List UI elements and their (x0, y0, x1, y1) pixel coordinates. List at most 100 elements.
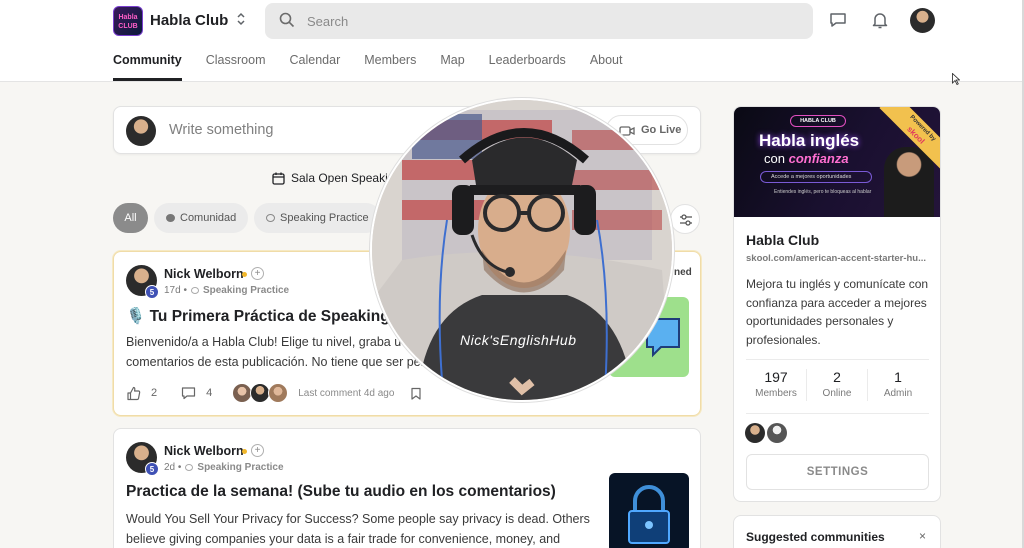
post-category-label: Speaking Practice (197, 462, 284, 473)
banner-subheadline: con confianza (764, 151, 849, 166)
chat-icon[interactable] (828, 10, 848, 30)
hoodie-text: Nick'sEnglishHub (460, 332, 577, 348)
community-logo[interactable]: Habla CLUB (113, 6, 143, 36)
event-banner[interactable]: Sala Open Speaki (272, 170, 388, 186)
chevron-up-down-icon[interactable] (234, 11, 248, 31)
webcam-overlay[interactable]: Nick'sEnglishHub (370, 98, 674, 402)
padlock-icon (628, 485, 670, 544)
search-icon (279, 12, 295, 28)
stat-value: 1 (894, 369, 902, 385)
post-meta: 17d • Speaking Practice (164, 285, 290, 296)
filter-comunidad[interactable]: Comunidad (154, 203, 249, 233)
community-name[interactable]: Habla Club (150, 12, 228, 29)
tab-leaderboards[interactable]: Leaderboards (489, 50, 566, 81)
sliders-icon (680, 214, 692, 226)
member-avatar[interactable] (745, 423, 765, 443)
filter-speaking-practice[interactable]: Speaking Practice (254, 203, 381, 233)
suggested-title: Suggested communities (746, 530, 885, 544)
post-body-line: Bienvenido/a a Habla Club! Elige tu nive… (126, 335, 402, 349)
search-input[interactable] (307, 11, 787, 31)
post-title[interactable]: Practica de la semana! (Sube tu audio en… (126, 483, 556, 501)
post-thumbnail[interactable] (609, 473, 689, 548)
stat-members[interactable]: 197 Members (746, 369, 806, 399)
post-category[interactable]: Speaking Practice (185, 462, 284, 473)
divider (746, 413, 929, 414)
pinned-label: ned (674, 267, 692, 278)
banner-note: Entiendes inglés, pero te bloqueas al ha… (774, 189, 872, 195)
like-count: 2 (151, 387, 158, 399)
tab-about[interactable]: About (590, 50, 623, 81)
stat-label: Online (822, 388, 852, 399)
comment-icon[interactable] (181, 386, 196, 400)
close-icon[interactable]: × (919, 529, 926, 543)
tab-members[interactable]: Members (364, 50, 416, 81)
calendar-icon (272, 172, 285, 185)
last-comment-time: Last comment 4d ago (298, 387, 395, 399)
post-body-line: believe giving companies your data is a … (126, 532, 561, 546)
filter-all[interactable]: All (113, 203, 148, 233)
divider (746, 359, 929, 360)
post-meta: 2d • Speaking Practice (164, 462, 284, 473)
tab-community[interactable]: Community (113, 50, 182, 81)
author-name[interactable]: Nick Welborn (164, 267, 244, 281)
tab-map[interactable]: Map (440, 50, 464, 81)
banner-pill-secondary: Accede a mejores oportunidades (760, 171, 872, 183)
like-icon[interactable] (126, 386, 141, 401)
commenter-avatar[interactable] (232, 383, 253, 403)
stat-online[interactable]: 2 Online (807, 369, 867, 399)
post-card[interactable]: 5 Nick Welborn + 2d • Speaking Practice … (113, 428, 701, 548)
tab-classroom[interactable]: Classroom (206, 50, 266, 81)
search-bar[interactable] (265, 3, 813, 39)
post-age: 17d (164, 285, 181, 296)
banner-headline: Habla inglés (759, 131, 860, 150)
post-title[interactable]: 🎙️ Tu Primera Práctica de Speaking (126, 307, 390, 326)
follow-plus-icon[interactable]: + (251, 267, 264, 280)
commenter-avatar[interactable] (268, 383, 289, 403)
chat-bubble-icon (185, 464, 194, 471)
stat-label: Members (755, 388, 797, 399)
level-badge: 5 (145, 285, 159, 299)
post-category[interactable]: Speaking Practice (190, 285, 290, 296)
post-body-line: Would You Sell Your Privacy for Success?… (126, 512, 590, 526)
mouse-cursor-icon (952, 73, 960, 85)
tab-calendar[interactable]: Calendar (290, 50, 341, 81)
chat-bubble-icon (190, 287, 199, 294)
comment-count: 4 (206, 387, 213, 399)
composer-placeholder[interactable]: Write something (169, 122, 274, 138)
sidebar-community-name: Habla Club (746, 232, 820, 248)
top-header: Habla CLUB Habla Club Community Classroo… (0, 0, 1024, 82)
post-category-label: Speaking Practice (202, 285, 290, 296)
community-banner: HABLA CLUB Habla inglés con confianza Ac… (734, 107, 940, 217)
suggested-communities: Suggested communities × (733, 515, 941, 548)
stat-value: 197 (764, 369, 788, 385)
commenter-avatar[interactable] (250, 383, 271, 403)
post-age: 2d (164, 462, 176, 473)
banner-pill: HABLA CLUB (790, 115, 846, 127)
post-body: Bienvenido/a a Habla Club! Elige tu nive… (126, 332, 425, 372)
go-live-label: Go Live (641, 124, 682, 136)
sidebar-description: Mejora tu inglés y comunícate con confia… (746, 277, 929, 347)
filter-comunidad-label: Comunidad (180, 212, 237, 224)
composer-avatar (126, 116, 156, 146)
post-body-line: comentarios de esta publicación. No tien… (126, 355, 425, 369)
stat-admin[interactable]: 1 Admin (868, 369, 928, 399)
event-label: Sala Open Speaki (291, 171, 388, 185)
post-body: Would You Sell Your Privacy for Success?… (126, 509, 590, 548)
webcam-video (372, 100, 672, 400)
nav-tabs: Community Classroom Calendar Members Map… (113, 50, 646, 82)
banner-person-image (884, 147, 934, 217)
bookmark-icon[interactable] (410, 387, 422, 400)
filter-settings-button[interactable] (670, 204, 700, 234)
settings-button[interactable]: SETTINGS (746, 454, 929, 490)
author-name[interactable]: Nick Welborn (164, 444, 244, 458)
filter-speaking-label: Speaking Practice (280, 212, 369, 224)
follow-plus-icon[interactable]: + (251, 444, 264, 457)
user-avatar[interactable] (910, 8, 935, 33)
stat-value: 2 (833, 369, 841, 385)
chat-bubble-icon (266, 214, 275, 222)
bell-icon[interactable] (870, 10, 890, 30)
member-avatar[interactable] (767, 423, 787, 443)
chat-bubble-icon (166, 214, 175, 222)
sidebar-community-url[interactable]: skool.com/american-accent-starter-hu... (746, 253, 932, 264)
status-dot (242, 449, 247, 454)
